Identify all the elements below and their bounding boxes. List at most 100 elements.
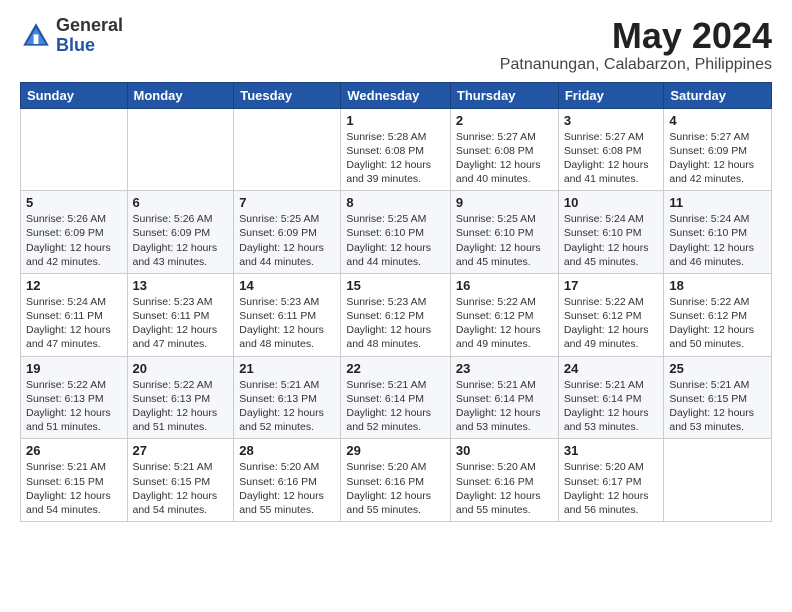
day-number: 7	[239, 195, 335, 210]
day-number: 24	[564, 361, 659, 376]
day-number: 12	[26, 278, 122, 293]
day-info: Sunrise: 5:21 AM Sunset: 6:15 PM Dayligh…	[26, 460, 122, 517]
week-row-4: 26 Sunrise: 5:21 AM Sunset: 6:15 PM Dayli…	[21, 439, 772, 522]
cell-w4-d1: 27Sunrise: 5:21 AM Sunset: 6:15 PM Dayli…	[127, 439, 234, 522]
cell-w3-d0: 19Sunrise: 5:22 AM Sunset: 6:13 PM Dayli…	[21, 356, 128, 439]
day-info: Sunrise: 5:25 AM Sunset: 6:09 PM Dayligh…	[239, 212, 335, 269]
day-info: Sunrise: 5:22 AM Sunset: 6:12 PM Dayligh…	[456, 295, 553, 352]
day-info: Sunrise: 5:27 AM Sunset: 6:09 PM Dayligh…	[669, 130, 766, 187]
location-title: Patnanungan, Calabarzon, Philippines	[500, 56, 772, 74]
week-row-0: 1Sunrise: 5:28 AM Sunset: 6:08 PM Daylig…	[21, 108, 772, 191]
day-info: Sunrise: 5:24 AM Sunset: 6:10 PM Dayligh…	[564, 212, 659, 269]
cell-w0-d6: 4 Sunrise: 5:27 AM Sunset: 6:09 PM Daylig…	[664, 108, 772, 191]
day-info: Sunrise: 5:22 AM Sunset: 6:13 PM Dayligh…	[133, 378, 229, 435]
cell-w1-d6: 11Sunrise: 5:24 AM Sunset: 6:10 PM Dayli…	[664, 191, 772, 274]
cell-w0-d1	[127, 108, 234, 191]
cell-w4-d0: 26 Sunrise: 5:21 AM Sunset: 6:15 PM Dayli…	[21, 439, 128, 522]
day-info: Sunrise: 5:27 AM Sunset: 6:08 PM Dayligh…	[564, 130, 659, 187]
day-info: Sunrise: 5:22 AM Sunset: 6:12 PM Dayligh…	[564, 295, 659, 352]
page: General Blue May 2024 Patnanungan, Calab…	[0, 0, 792, 612]
day-info: Sunrise: 5:23 AM Sunset: 6:11 PM Dayligh…	[239, 295, 335, 352]
cell-w3-d6: 25 Sunrise: 5:21 AM Sunset: 6:15 PM Dayli…	[664, 356, 772, 439]
day-info: Sunrise: 5:21 AM Sunset: 6:15 PM Dayligh…	[669, 378, 766, 435]
cell-w1-d3: 8 Sunrise: 5:25 AM Sunset: 6:10 PM Daylig…	[341, 191, 451, 274]
day-info: Sunrise: 5:21 AM Sunset: 6:14 PM Dayligh…	[564, 378, 659, 435]
cell-w4-d3: 29 Sunrise: 5:20 AM Sunset: 6:16 PM Dayli…	[341, 439, 451, 522]
week-row-1: 5 Sunrise: 5:26 AM Sunset: 6:09 PM Daylig…	[21, 191, 772, 274]
day-info: Sunrise: 5:26 AM Sunset: 6:09 PM Dayligh…	[26, 212, 122, 269]
col-friday: Friday	[558, 82, 664, 108]
day-number: 25	[669, 361, 766, 376]
day-number: 13	[133, 278, 229, 293]
cell-w2-d2: 14 Sunrise: 5:23 AM Sunset: 6:11 PM Dayli…	[234, 273, 341, 356]
day-info: Sunrise: 5:20 AM Sunset: 6:16 PM Dayligh…	[346, 460, 445, 517]
title-block: May 2024 Patnanungan, Calabarzon, Philip…	[500, 16, 772, 74]
day-number: 2	[456, 113, 553, 128]
cell-w0-d5: 3Sunrise: 5:27 AM Sunset: 6:08 PM Daylig…	[558, 108, 664, 191]
logo-general: General	[56, 16, 123, 36]
header-row: Sunday Monday Tuesday Wednesday Thursday…	[21, 82, 772, 108]
cell-w2-d6: 18 Sunrise: 5:22 AM Sunset: 6:12 PM Dayli…	[664, 273, 772, 356]
cell-w2-d1: 13 Sunrise: 5:23 AM Sunset: 6:11 PM Dayli…	[127, 273, 234, 356]
day-number: 17	[564, 278, 659, 293]
day-info: Sunrise: 5:26 AM Sunset: 6:09 PM Dayligh…	[133, 212, 229, 269]
day-info: Sunrise: 5:25 AM Sunset: 6:10 PM Dayligh…	[346, 212, 445, 269]
cell-w3-d1: 20Sunrise: 5:22 AM Sunset: 6:13 PM Dayli…	[127, 356, 234, 439]
cell-w0-d4: 2 Sunrise: 5:27 AM Sunset: 6:08 PM Daylig…	[450, 108, 558, 191]
cell-w1-d2: 7 Sunrise: 5:25 AM Sunset: 6:09 PM Daylig…	[234, 191, 341, 274]
day-number: 19	[26, 361, 122, 376]
logo-icon	[20, 20, 52, 52]
day-number: 5	[26, 195, 122, 210]
week-row-2: 12 Sunrise: 5:24 AM Sunset: 6:11 PM Dayli…	[21, 273, 772, 356]
day-info: Sunrise: 5:21 AM Sunset: 6:14 PM Dayligh…	[456, 378, 553, 435]
week-row-3: 19 Sunrise: 5:22 AM Sunset: 6:13 PM Dayli…	[21, 356, 772, 439]
cell-w0-d0	[21, 108, 128, 191]
calendar-table: Sunday Monday Tuesday Wednesday Thursday…	[20, 82, 772, 522]
day-info: Sunrise: 5:23 AM Sunset: 6:11 PM Dayligh…	[133, 295, 229, 352]
day-number: 9	[456, 195, 553, 210]
day-info: Sunrise: 5:24 AM Sunset: 6:11 PM Dayligh…	[26, 295, 122, 352]
logo-text: General Blue	[56, 16, 123, 56]
cell-w2-d4: 16 Sunrise: 5:22 AM Sunset: 6:12 PM Dayli…	[450, 273, 558, 356]
header: General Blue May 2024 Patnanungan, Calab…	[20, 16, 772, 74]
day-info: Sunrise: 5:25 AM Sunset: 6:10 PM Dayligh…	[456, 212, 553, 269]
day-number: 30	[456, 443, 553, 458]
cell-w3-d5: 24 Sunrise: 5:21 AM Sunset: 6:14 PM Dayli…	[558, 356, 664, 439]
col-saturday: Saturday	[664, 82, 772, 108]
day-info: Sunrise: 5:20 AM Sunset: 6:17 PM Dayligh…	[564, 460, 659, 517]
cell-w3-d2: 21Sunrise: 5:21 AM Sunset: 6:13 PM Dayli…	[234, 356, 341, 439]
day-number: 18	[669, 278, 766, 293]
day-number: 28	[239, 443, 335, 458]
day-number: 14	[239, 278, 335, 293]
cell-w3-d3: 22Sunrise: 5:21 AM Sunset: 6:14 PM Dayli…	[341, 356, 451, 439]
col-thursday: Thursday	[450, 82, 558, 108]
cell-w2-d5: 17 Sunrise: 5:22 AM Sunset: 6:12 PM Dayli…	[558, 273, 664, 356]
day-info: Sunrise: 5:27 AM Sunset: 6:08 PM Dayligh…	[456, 130, 553, 187]
logo: General Blue	[20, 16, 123, 56]
cell-w4-d2: 28Sunrise: 5:20 AM Sunset: 6:16 PM Dayli…	[234, 439, 341, 522]
cell-w0-d3: 1Sunrise: 5:28 AM Sunset: 6:08 PM Daylig…	[341, 108, 451, 191]
col-monday: Monday	[127, 82, 234, 108]
day-number: 11	[669, 195, 766, 210]
day-number: 15	[346, 278, 445, 293]
day-info: Sunrise: 5:22 AM Sunset: 6:12 PM Dayligh…	[669, 295, 766, 352]
cell-w4-d6	[664, 439, 772, 522]
day-number: 8	[346, 195, 445, 210]
day-number: 26	[26, 443, 122, 458]
day-number: 23	[456, 361, 553, 376]
logo-blue: Blue	[56, 36, 123, 56]
cell-w2-d3: 15Sunrise: 5:23 AM Sunset: 6:12 PM Dayli…	[341, 273, 451, 356]
day-number: 10	[564, 195, 659, 210]
cell-w3-d4: 23 Sunrise: 5:21 AM Sunset: 6:14 PM Dayli…	[450, 356, 558, 439]
col-wednesday: Wednesday	[341, 82, 451, 108]
day-number: 29	[346, 443, 445, 458]
cell-w1-d4: 9 Sunrise: 5:25 AM Sunset: 6:10 PM Daylig…	[450, 191, 558, 274]
col-tuesday: Tuesday	[234, 82, 341, 108]
day-number: 4	[669, 113, 766, 128]
day-info: Sunrise: 5:20 AM Sunset: 6:16 PM Dayligh…	[456, 460, 553, 517]
day-number: 27	[133, 443, 229, 458]
cell-w4-d4: 30 Sunrise: 5:20 AM Sunset: 6:16 PM Dayli…	[450, 439, 558, 522]
day-info: Sunrise: 5:28 AM Sunset: 6:08 PM Dayligh…	[346, 130, 445, 187]
day-number: 16	[456, 278, 553, 293]
day-number: 6	[133, 195, 229, 210]
